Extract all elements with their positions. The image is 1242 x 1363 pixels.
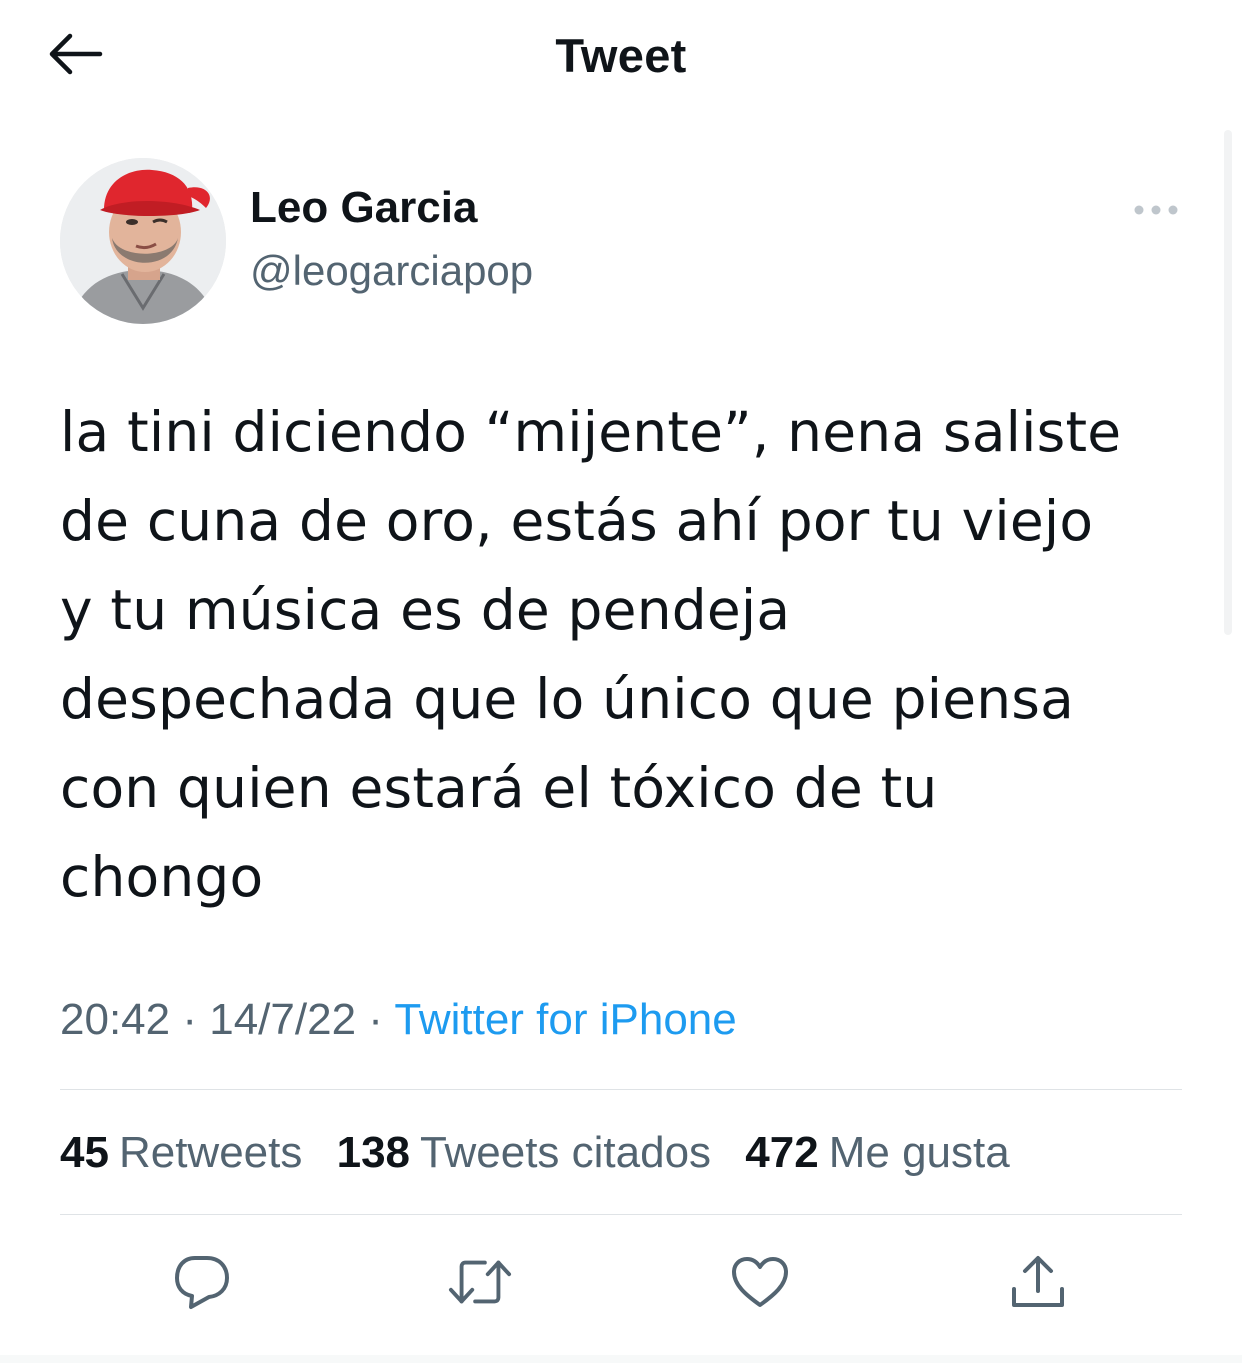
tweet-text: la tini diciendo “mijente”, nena saliste… <box>60 400 1122 909</box>
tweet-time: 20:42 <box>60 995 171 1044</box>
retweets-count: 45 <box>60 1128 109 1177</box>
likes-count: 472 <box>745 1128 819 1177</box>
reply-button[interactable] <box>170 1250 234 1314</box>
tweet-stats: 45 Retweets 138 Tweets citados 472 Me gusta <box>60 1128 1032 1178</box>
tweet-source-link[interactable]: Twitter for iPhone <box>394 995 736 1044</box>
meta-separator: · <box>368 995 383 1044</box>
page-title: Tweet <box>555 29 687 82</box>
divider <box>60 1214 1182 1215</box>
quote-tweets-stat[interactable]: 138 Tweets citados <box>337 1128 711 1178</box>
heart-icon <box>732 1257 788 1307</box>
divider <box>60 1089 1182 1090</box>
scrollbar[interactable] <box>1224 130 1232 635</box>
retweets-stat[interactable]: 45 Retweets <box>60 1128 302 1178</box>
more-options-button[interactable] <box>1126 190 1186 230</box>
author-display-name[interactable]: Leo Garcia <box>250 183 477 233</box>
retweet-button[interactable] <box>448 1250 512 1314</box>
more-horizontal-icon <box>1134 205 1178 215</box>
like-button[interactable] <box>728 1250 792 1314</box>
quote-tweets-count: 138 <box>336 1128 411 1177</box>
retweet-icon <box>448 1260 512 1304</box>
likes-label: Me gusta <box>828 1128 1010 1177</box>
retweets-label: Retweets <box>118 1128 303 1177</box>
bottom-edge <box>0 1355 1242 1363</box>
avatar[interactable] <box>60 158 226 324</box>
likes-stat[interactable]: 472 Me gusta <box>745 1128 1009 1178</box>
top-bar: Tweet <box>0 0 1242 112</box>
author-handle: @leogarciapop <box>250 247 534 294</box>
tweet-date: 14/7/22 <box>209 995 357 1044</box>
quote-tweets-label: Tweets citados <box>420 1128 712 1177</box>
share-button[interactable] <box>1006 1250 1070 1314</box>
share-icon <box>1012 1256 1064 1307</box>
reply-icon <box>175 1256 229 1309</box>
meta-separator: · <box>182 995 197 1044</box>
avatar-photo <box>60 158 226 324</box>
tweet-meta: 20:42 · 14/7/22 · Twitter for iPhone <box>60 995 737 1045</box>
